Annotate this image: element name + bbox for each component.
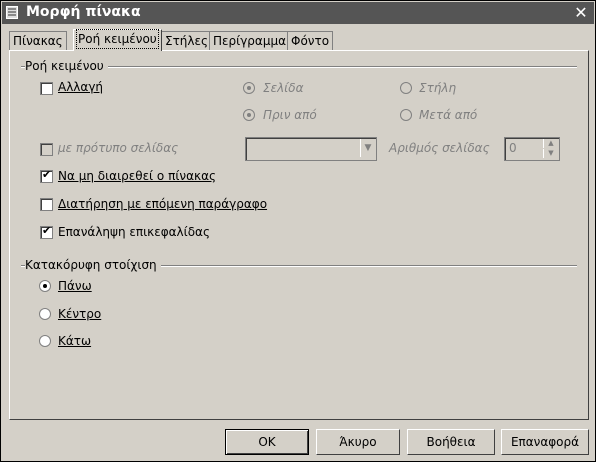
checkmark-icon: ✔: [42, 168, 52, 181]
no-split-checkbox[interactable]: ✔: [40, 168, 53, 183]
repeat-heading-label: Επανάληψη επικεφαλίδας: [58, 225, 210, 239]
after-label: Μετά από: [419, 108, 478, 122]
app-icon: [6, 6, 18, 19]
reset-button[interactable]: Επαναφορά: [501, 429, 589, 455]
break-label: Αλλαγή: [58, 80, 104, 94]
column-radio[interactable]: [400, 82, 412, 94]
break-checkbox[interactable]: [40, 82, 53, 95]
cancel-button[interactable]: Άκυρο: [316, 429, 400, 455]
tab-borders[interactable]: Περίγραμμα: [209, 31, 290, 50]
checkmark-icon: ✔: [42, 224, 52, 237]
page-label: Σελίδα: [263, 81, 304, 95]
before-label: Πριν από: [263, 108, 317, 122]
no-split-label: Να μη διαιρεθεί ο πίνακας: [58, 169, 217, 183]
page-number-value: 0: [509, 141, 517, 155]
title-bar[interactable]: Μορφή πίνακα ✕: [2, 2, 594, 24]
dialog-window: Μορφή πίνακα ✕ Πίνακας Ροή κειμένου Στήλ…: [0, 0, 596, 462]
before-radio[interactable]: [243, 109, 255, 121]
page-style-combo[interactable]: ▼: [245, 137, 377, 161]
after-radio[interactable]: [400, 109, 412, 121]
close-icon[interactable]: ✕: [572, 4, 590, 22]
align-top-radio[interactable]: [39, 280, 51, 292]
ok-button[interactable]: OK: [225, 429, 309, 455]
page-style-label: με πρότυπο σελίδας: [58, 141, 179, 155]
page-style-checkbox[interactable]: [40, 143, 53, 156]
dialog-title: Μορφή πίνακα: [26, 4, 141, 20]
tab-columns[interactable]: Στήλες: [161, 31, 213, 50]
page-number-spinner[interactable]: 0 ▲ ▼: [504, 137, 560, 161]
keep-next-checkbox[interactable]: [40, 198, 53, 211]
page-number-label: Αριθμός σελίδας: [389, 141, 490, 155]
text-flow-group-title: Ροή κειμένου: [25, 59, 108, 73]
keep-next-label: Διατήρηση με επόμενη παράγραφο: [58, 197, 268, 211]
tab-background[interactable]: Φόντο: [287, 31, 334, 50]
spin-down-icon[interactable]: ▼: [543, 149, 558, 158]
vertical-alignment-group-title: Κατακόρυφη στοίχιση: [25, 258, 161, 272]
chevron-down-icon[interactable]: ▼: [360, 139, 375, 157]
align-center-radio[interactable]: [39, 308, 51, 320]
align-center-label: Κέντρο: [58, 307, 102, 321]
help-button[interactable]: Βοήθεια: [407, 429, 495, 455]
tab-table[interactable]: Πίνακας: [9, 31, 67, 50]
page-radio[interactable]: [243, 82, 255, 94]
align-bottom-radio[interactable]: [39, 335, 51, 347]
spin-up-icon[interactable]: ▲: [543, 139, 558, 148]
tab-text-flow[interactable]: Ροή κειμένου: [73, 29, 162, 51]
align-bottom-label: Κάτω: [58, 334, 92, 348]
align-top-label: Πάνω: [58, 279, 92, 293]
column-label: Στήλη: [419, 81, 457, 95]
repeat-heading-checkbox[interactable]: ✔: [40, 224, 53, 239]
